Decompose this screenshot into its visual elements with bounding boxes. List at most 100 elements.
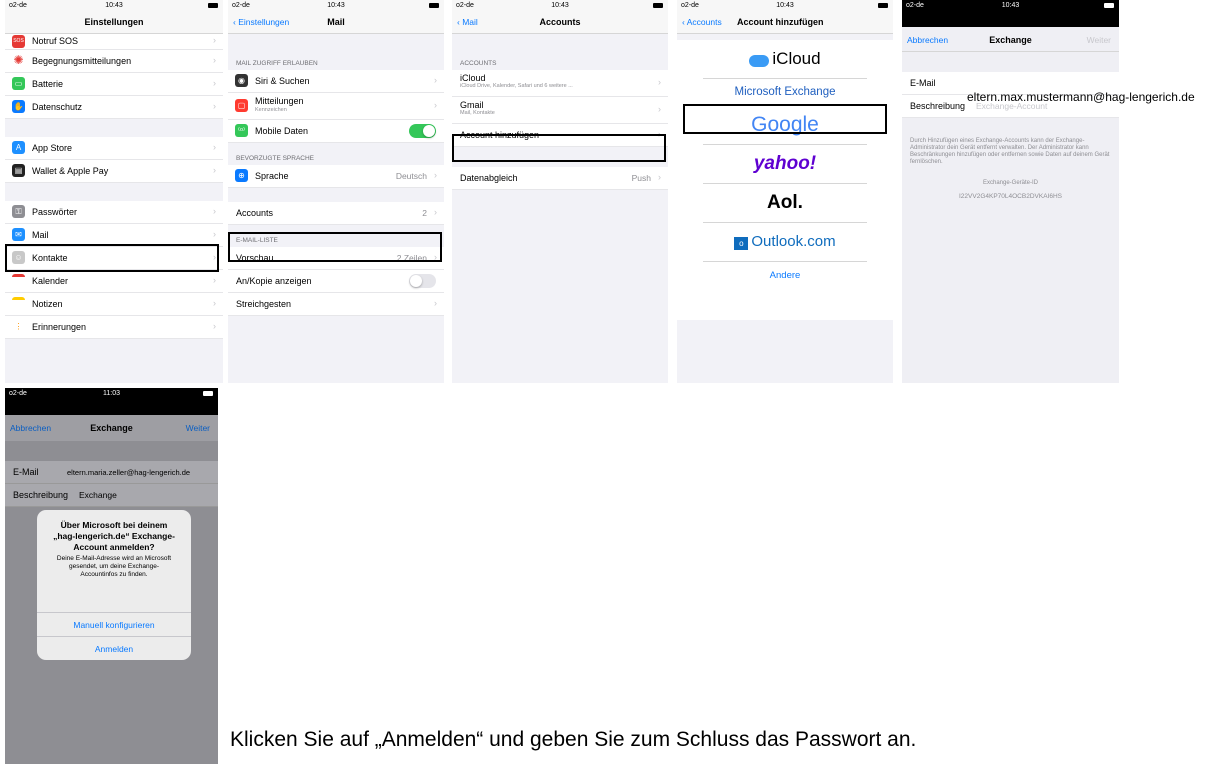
- login-button[interactable]: Anmelden: [37, 636, 191, 661]
- mobile-data-row: ⁽ᵒ⁾ Mobile Daten: [228, 120, 444, 143]
- back-button[interactable]: ‹ Accounts: [682, 17, 722, 27]
- description-field-row: Beschreibung Exchange: [5, 484, 218, 507]
- chevron-right-icon: ›: [434, 100, 437, 110]
- next-button[interactable]: Weiter: [1087, 35, 1111, 45]
- highlight-mail: [5, 244, 219, 272]
- chevron-right-icon: ›: [658, 104, 661, 114]
- info-text: Durch Hinzufügen eines Exchange-Accounts…: [910, 138, 1110, 165]
- battery-icon: [1104, 3, 1114, 8]
- chevron-right-icon: ›: [658, 172, 661, 182]
- chevron-right-icon: ›: [213, 321, 216, 331]
- nav-bar: Abbrechen Exchange Weiter: [5, 415, 218, 441]
- section-header: MAIL ZUGRIFF ERLAUBEN: [236, 60, 318, 67]
- language-row[interactable]: ⊕ Sprache Deutsch ›: [228, 165, 444, 188]
- calendar-icon: [12, 274, 25, 287]
- settings-item-kalender[interactable]: Kalender ›: [5, 270, 223, 293]
- provider-aol[interactable]: Aol.: [703, 184, 867, 223]
- status-bar: o2-de 10:43: [5, 0, 223, 13]
- highlight-add-account: [452, 134, 666, 162]
- nav-bar: Einstellungen: [5, 13, 223, 34]
- screen-accounts: o2-de 10:43 ‹ Mail Accounts ACCOUNTS iClou…: [452, 0, 668, 383]
- chevron-right-icon: ›: [213, 142, 216, 152]
- notifications-icon: ▢: [235, 99, 248, 112]
- device-id: I22VV2G4KP70L4OCB2DVKAI6HS: [959, 193, 1062, 200]
- screen-settings: o2-de 10:43 Einstellungen SOS Notruf SOS › …: [5, 0, 223, 383]
- email-input[interactable]: eltern.max.mustermann@hag-lengerich.de: [967, 90, 1195, 104]
- chevron-right-icon: ›: [434, 298, 437, 308]
- provider-list: iCloud Microsoft Exchange Google yahoo! …: [677, 40, 893, 320]
- chevron-right-icon: ›: [213, 78, 216, 88]
- highlight-exchange: [683, 104, 887, 134]
- notes-icon: [12, 297, 25, 310]
- provider-icloud[interactable]: iCloud: [703, 40, 867, 79]
- section-header: BEVORZUGTE SPRACHE: [236, 155, 315, 162]
- alert-dialog: Über Microsoft bei deinem „hag-lengerich…: [37, 510, 191, 660]
- provider-outlook[interactable]: o Outlook.com: [703, 223, 867, 262]
- icloud-account-row[interactable]: iCloud iCloud Drive, Kalender, Safari und…: [452, 70, 668, 97]
- settings-item-wallet[interactable]: ▤ Wallet & Apple Pay ›: [5, 160, 223, 183]
- show-cc-toggle[interactable]: [409, 274, 436, 288]
- nav-bar: Abbrechen Exchange Weiter: [902, 27, 1119, 52]
- nav-bar: ‹ Einstellungen Mail: [228, 13, 444, 34]
- description-input[interactable]: Exchange: [79, 490, 117, 500]
- status-bar: o2-de 11:03: [5, 388, 218, 401]
- chevron-right-icon: ›: [213, 206, 216, 216]
- siri-icon: ◉: [235, 74, 248, 87]
- instruction-caption: Klicken Sie auf „Anmelden“ und geben Sie…: [230, 728, 917, 751]
- provider-yahoo[interactable]: yahoo!: [703, 145, 867, 184]
- mail-icon: ✉: [12, 228, 25, 241]
- page-title: Einstellungen: [84, 17, 144, 27]
- chevron-right-icon: ›: [213, 165, 216, 175]
- battery-icon: [653, 3, 663, 8]
- screen-exchange-form: o2-de 10:43 Abbrechen Exchange Weiter E-M…: [902, 0, 1119, 383]
- fetch-row[interactable]: Datenabgleich Push ›: [452, 167, 668, 190]
- chevron-right-icon: ›: [213, 101, 216, 111]
- accounts-row[interactable]: Accounts 2 ›: [228, 202, 444, 225]
- provider-other[interactable]: Andere: [677, 270, 893, 281]
- chevron-right-icon: ›: [213, 298, 216, 308]
- gmail-account-row[interactable]: Gmail Mail, Kontakte ›: [452, 97, 668, 124]
- status-bar: o2-de 10:43: [902, 0, 1119, 13]
- settings-item-erinnerungen[interactable]: ⋮ Erinnerungen ›: [5, 316, 223, 339]
- siri-row[interactable]: ◉ Siri & Suchen ›: [228, 70, 444, 93]
- nav-bar: ‹ Accounts Account hinzufügen: [677, 13, 893, 34]
- status-bar: o2-de 10:43: [677, 0, 893, 13]
- chevron-right-icon: ›: [213, 275, 216, 285]
- swipe-row[interactable]: Streichgesten ›: [228, 293, 444, 316]
- battery-icon: [429, 3, 439, 8]
- battery-icon: [203, 391, 213, 396]
- chevron-right-icon: ›: [434, 170, 437, 180]
- notifications-row[interactable]: ▢ Mitteilungen Kennzeichen ›: [228, 93, 444, 120]
- page-title: Mail: [327, 17, 345, 27]
- battery-icon: [208, 3, 218, 8]
- antenna-icon: ⁽ᵒ⁾: [235, 124, 248, 137]
- settings-item-appstore[interactable]: A App Store ›: [5, 137, 223, 160]
- settings-item-notizen[interactable]: Notizen ›: [5, 293, 223, 316]
- privacy-hand-icon: ✋: [12, 100, 25, 113]
- settings-item-datenschutz[interactable]: ✋ Datenschutz ›: [5, 96, 223, 119]
- globe-icon: ⊕: [235, 169, 248, 182]
- chevron-right-icon: ›: [658, 77, 661, 87]
- settings-item-begegnung[interactable]: ✺ Begegnungsmitteilungen ›: [5, 50, 223, 73]
- screen-mail-settings: o2-de 10:43 ‹ Einstellungen Mail MAIL ZUGR…: [228, 0, 444, 383]
- device-id-label: Exchange-Geräte-ID: [982, 180, 1039, 186]
- settings-item-batterie[interactable]: ▭ Batterie ›: [5, 73, 223, 96]
- settings-item-passwoerter[interactable]: ⚿ Passwörter ›: [5, 201, 223, 224]
- email-field-row: E-Mail eltern.maria.zeller@hag-lengerich.…: [5, 461, 218, 484]
- settings-item-sos[interactable]: SOS Notruf SOS ›: [5, 34, 223, 50]
- mobile-data-toggle[interactable]: [409, 124, 436, 138]
- alert-title: Über Microsoft bei deinem „hag-lengerich…: [53, 520, 175, 552]
- show-cc-row: An/Kopie anzeigen: [228, 270, 444, 293]
- highlight-accounts: [228, 232, 442, 262]
- chevron-right-icon: ›: [213, 35, 216, 45]
- page-title: Account hinzufügen: [737, 17, 824, 27]
- nav-bar: ‹ Mail Accounts: [452, 13, 668, 34]
- battery-icon: ▭: [12, 77, 25, 90]
- cloud-icon: [749, 55, 770, 68]
- next-button[interactable]: Weiter: [186, 423, 210, 433]
- key-icon: ⚿: [12, 205, 25, 218]
- manual-config-button[interactable]: Manuell konfigurieren: [37, 612, 191, 637]
- outlook-icon: o: [734, 236, 749, 250]
- email-input[interactable]: eltern.maria.zeller@hag-lengerich.de: [67, 468, 190, 477]
- provider-exchange[interactable]: Microsoft Exchange: [703, 79, 867, 106]
